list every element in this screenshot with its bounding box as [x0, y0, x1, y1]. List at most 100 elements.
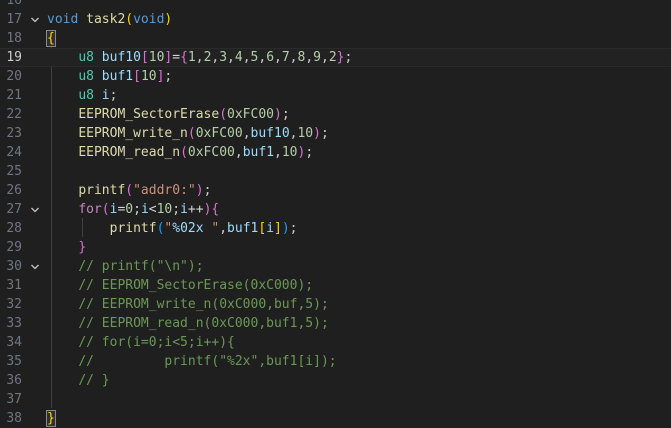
fold-chevron-icon[interactable]: [28, 10, 42, 29]
code-text: // }: [47, 371, 109, 390]
code-token: printf: [109, 221, 157, 236]
code-token: (: [187, 126, 196, 141]
code-text: // EEPROM_read_n(0xC000,buf1,5);: [47, 314, 328, 333]
code-token: ,: [274, 145, 282, 160]
code-token: =: [172, 50, 181, 65]
code-line[interactable]: 29 }: [0, 238, 671, 257]
code-text: void task2(void): [47, 10, 172, 29]
code-line[interactable]: 32 // EEPROM_write_n(0xC000,buf,5);: [0, 295, 671, 314]
code-token: void: [133, 12, 165, 27]
fold-chevron-icon[interactable]: [28, 200, 42, 219]
line-number: 23: [6, 126, 22, 141]
code-token: ;: [305, 145, 314, 160]
code-token: ): [281, 221, 290, 236]
code-line[interactable]: 27 for(i=0;i<10;i++){: [0, 200, 671, 219]
code-token: ,: [289, 50, 298, 65]
code-line[interactable]: 38}: [0, 409, 671, 428]
code-token: ;: [109, 88, 118, 103]
code-token: ,: [219, 221, 228, 236]
code-token: [: [140, 50, 149, 65]
code-line[interactable]: 31 // EEPROM_SectorErase(0xC000);: [0, 276, 671, 295]
code-token: ;: [133, 202, 141, 217]
code-token: printf: [78, 183, 126, 198]
line-number: 22: [6, 107, 22, 122]
code-token: (: [219, 107, 228, 122]
code-line[interactable]: 19 u8 buf10[10]={1,2,3,4,5,6,7,8,9,2};: [0, 48, 671, 67]
code-token: ,: [274, 50, 282, 65]
code-line[interactable]: 26 printf("addr0:");: [0, 181, 671, 200]
line-number: 33: [6, 316, 22, 331]
code-editor[interactable]: 16 17 void task2(void) 18{19 u8 buf10[10]={…: [0, 0, 671, 428]
code-token: ,: [242, 50, 251, 65]
line-number: 32: [6, 297, 22, 312]
code-token: ;: [203, 183, 212, 198]
line-number: 28: [6, 221, 22, 236]
code-line[interactable]: 37: [0, 390, 671, 409]
code-line[interactable]: 28 printf("%02x ",buf1[i]);: [0, 219, 671, 238]
code-token: buf10: [250, 126, 290, 141]
code-text: // printf("\n");: [47, 257, 204, 276]
code-token: %02x: [172, 221, 204, 236]
code-token: i: [140, 202, 149, 217]
code-line[interactable]: 30 // printf("\n");: [0, 257, 671, 276]
code-token: 1: [187, 50, 196, 65]
code-token: ): [313, 126, 321, 141]
code-token: 7: [281, 50, 290, 65]
code-token: // printf("%2x",buf1[i]);: [78, 354, 337, 369]
code-line[interactable]: 18 {: [0, 29, 671, 48]
code-token: ;: [344, 50, 353, 65]
code-token: 2: [328, 50, 337, 65]
code-text: {: [46, 29, 56, 48]
line-number: 37: [6, 392, 22, 407]
code-token: ): [195, 183, 204, 198]
code-line[interactable]: 17 void task2(void): [0, 10, 671, 29]
code-token: }: [46, 410, 56, 427]
code-token: ]: [274, 221, 282, 236]
line-number: 30: [6, 259, 22, 274]
code-token: // printf("\n");: [78, 259, 204, 274]
code-token: }: [78, 240, 87, 255]
code-token: i: [180, 202, 188, 217]
code-line[interactable]: 25: [0, 162, 671, 181]
line-number: 27: [6, 202, 22, 217]
code-token: ,: [242, 126, 251, 141]
code-line[interactable]: 35 // printf("%2x",buf1[i]);: [0, 352, 671, 371]
code-text: EEPROM_SectorErase(0xFC00);: [47, 105, 289, 124]
code-line[interactable]: 23 EEPROM_write_n(0xFC00,buf10,10);: [0, 124, 671, 143]
code-token: u8: [78, 50, 94, 65]
line-number: 25: [6, 164, 22, 179]
code-line[interactable]: 36 // }: [0, 371, 671, 390]
code-text: // for(i=0;i<5;i++){: [47, 333, 235, 352]
code-token: 4: [234, 50, 243, 65]
code-token: buf1: [227, 221, 259, 236]
code-line[interactable]: 21 u8 i;: [0, 86, 671, 105]
code-text: EEPROM_write_n(0xFC00,buf10,10);: [47, 124, 328, 143]
code-token: (: [125, 183, 134, 198]
code-token: ;: [172, 202, 181, 217]
line-number: 16: [6, 0, 22, 8]
code-line[interactable]: 24 EEPROM_read_n(0xFC00,buf1,10);: [0, 143, 671, 162]
code-token: ,: [234, 145, 243, 160]
code-token: ": [203, 221, 220, 236]
code-line[interactable]: 34 // for(i=0;i<5;i++){: [0, 333, 671, 352]
code-token: i: [101, 88, 110, 103]
code-token: 0xFC00: [195, 126, 243, 141]
code-token: [: [258, 221, 267, 236]
code-line[interactable]: 20 u8 buf1[10];: [0, 67, 671, 86]
line-number: 26: [6, 183, 22, 198]
code-token: <: [148, 202, 157, 217]
code-line[interactable]: 22 EEPROM_SectorErase(0xFC00);: [0, 105, 671, 124]
code-line[interactable]: 16: [0, 0, 671, 10]
fold-chevron-icon[interactable]: [28, 257, 42, 276]
code-token: // for(i=0;i<5;i++){: [78, 335, 235, 350]
code-token: ): [274, 107, 282, 122]
code-token: (: [101, 202, 110, 217]
code-token: task2: [86, 12, 126, 27]
code-token: 0xFC00: [187, 145, 235, 160]
code-text: // printf("%2x",buf1[i]);: [47, 352, 337, 371]
code-line[interactable]: 33 // EEPROM_read_n(0xC000,buf1,5);: [0, 314, 671, 333]
